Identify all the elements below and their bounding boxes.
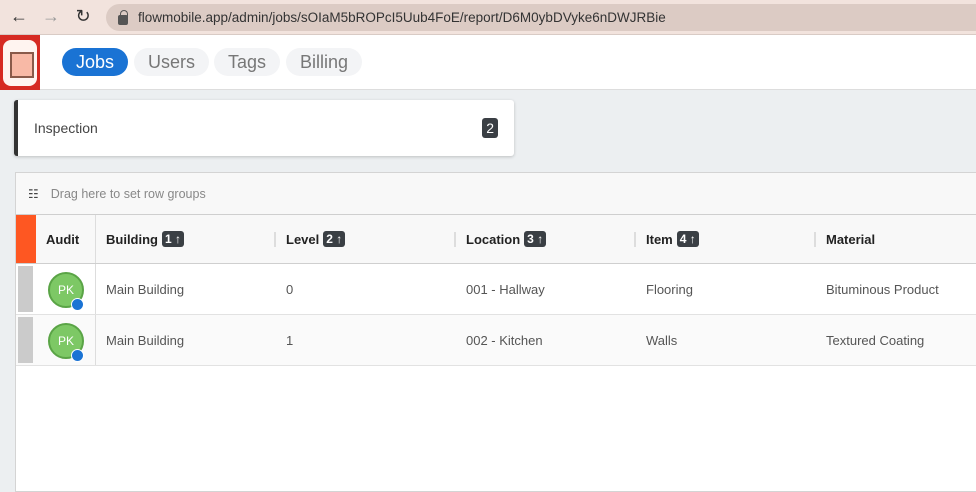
url-text: flowmobile.app/admin/jobs/sOIaM5bROPcI5U… [138, 10, 666, 25]
sort-order: 2 [326, 232, 333, 246]
cell-material: Textured Coating [826, 332, 925, 348]
sort-order: 4 [679, 232, 687, 246]
header-label: Building [106, 231, 158, 247]
header-audit[interactable]: Audit [36, 215, 79, 263]
cell-level: 0 [286, 281, 294, 297]
row-status-marker [18, 317, 33, 363]
cell-level: 1 [286, 332, 294, 348]
clock-icon [71, 349, 84, 362]
tab-tags[interactable]: Tags [214, 48, 281, 76]
card-label: Inspection [34, 120, 98, 136]
tab-users[interactable]: Users [134, 48, 210, 76]
header-label: Item [646, 231, 673, 247]
arrow-up-icon: ↑ [689, 232, 696, 246]
clock-icon [71, 298, 84, 311]
header-label: Level [286, 231, 320, 247]
cell-item: Flooring [646, 281, 693, 297]
sort-badge: 4 ↑ [676, 231, 699, 247]
sort-order: 1 [165, 232, 172, 246]
lock-icon [118, 9, 128, 25]
tab-billing[interactable]: Billing [286, 48, 363, 76]
tab-jobs[interactable]: Jobs [62, 48, 129, 76]
row-status-marker [18, 266, 33, 312]
header-building[interactable]: Building 1 ↑ [96, 215, 185, 263]
header-item[interactable]: Item 4 ↑ [636, 215, 699, 263]
header-level[interactable]: Level 2 ↑ [276, 215, 346, 263]
count-badge: 2 [482, 118, 498, 138]
cell-location: 002 - Kitchen [466, 332, 543, 348]
arrow-up-icon: ↑ [175, 232, 182, 246]
header-row: Audit Building 1 ↑ Level 2 ↑ Location 3 ↑ I… [16, 215, 976, 264]
status-column-header [16, 215, 36, 263]
inspection-card[interactable]: Inspection 2 [14, 100, 514, 156]
sort-order: 3 [527, 232, 534, 246]
forward-icon[interactable]: → [40, 6, 62, 27]
cell-location: 001 - Hallway [466, 281, 545, 297]
drop-hint: Drag here to set row groups [50, 186, 206, 201]
browser-toolbar: ← → ↻ flowmobile.app/admin/jobs/sOIaM5bR… [0, 0, 976, 35]
table-row[interactable]: PK Main Building 0 001 - Hallway Floorin… [16, 264, 976, 315]
data-grid: ☷ Drag here to set row groups Audit Buil… [15, 172, 976, 492]
address-bar[interactable]: flowmobile.app/admin/jobs/sOIaM5bROPcI5U… [106, 4, 976, 31]
back-icon[interactable]: ← [8, 6, 30, 27]
header-location[interactable]: Location 3 ↑ [456, 215, 547, 263]
cell-building: Main Building [106, 281, 185, 297]
header-label: Audit [46, 231, 80, 247]
cell-building: Main Building [106, 332, 185, 348]
header-material[interactable]: Material [816, 215, 875, 263]
reload-icon[interactable]: ↻ [72, 6, 94, 27]
header-label: Location [466, 231, 521, 247]
sort-badge: 3 ↑ [524, 231, 547, 247]
sort-badge: 2 ↑ [323, 231, 346, 247]
sort-badge: 1 ↑ [162, 231, 185, 247]
list-icon: ☷ [28, 186, 39, 201]
app-header: Jobs Users Tags Billing [0, 35, 976, 90]
arrow-up-icon: ↑ [336, 232, 343, 246]
table-row[interactable]: PK Main Building 1 002 - Kitchen Walls T… [16, 315, 976, 366]
arrow-up-icon: ↑ [537, 232, 544, 246]
app-logo[interactable] [0, 35, 40, 90]
cell-material: Bituminous Product [826, 281, 939, 297]
row-group-drop-zone[interactable]: ☷ Drag here to set row groups [16, 173, 976, 215]
clipboard-icon [3, 39, 37, 86]
cell-item: Walls [646, 332, 678, 348]
header-label: Material [826, 231, 876, 247]
